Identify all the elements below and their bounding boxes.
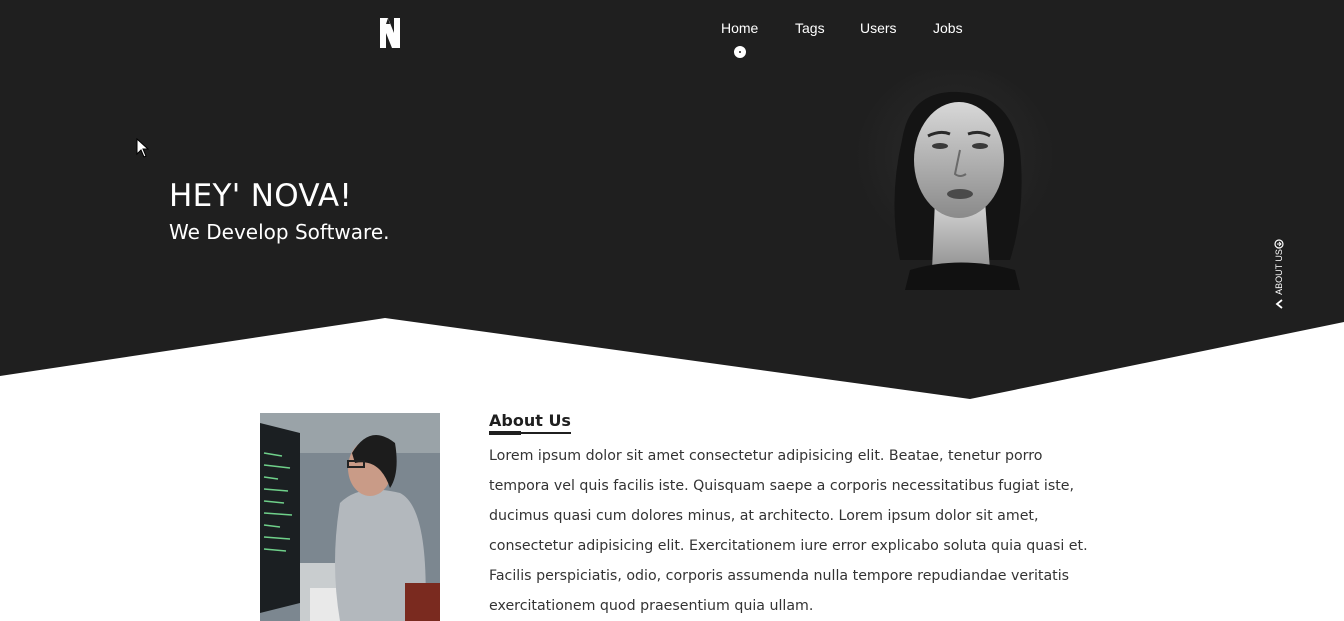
about-us-side-tab-label[interactable]: ABOUT US xyxy=(1274,249,1284,295)
about-body-text: Lorem ipsum dolor sit amet consectetur a… xyxy=(489,448,1088,614)
nav-jobs[interactable]: Jobs xyxy=(933,20,963,36)
nav-home[interactable]: Home xyxy=(721,20,758,36)
chevron-left-icon xyxy=(1275,299,1283,309)
active-nav-indicator xyxy=(734,46,746,58)
hero-title: HEY' NOVA! xyxy=(169,178,353,214)
nav-users[interactable]: Users xyxy=(860,20,897,36)
about-heading-accent xyxy=(489,431,521,435)
nav-tags[interactable]: Tags xyxy=(795,20,825,36)
mouse-cursor-icon xyxy=(136,138,150,158)
hero-portrait-image xyxy=(855,70,1055,290)
main-nav: Home Tags Users Jobs xyxy=(0,20,1344,60)
about-photo-image xyxy=(260,413,440,621)
hero-subtitle: We Develop Software. xyxy=(169,220,390,244)
